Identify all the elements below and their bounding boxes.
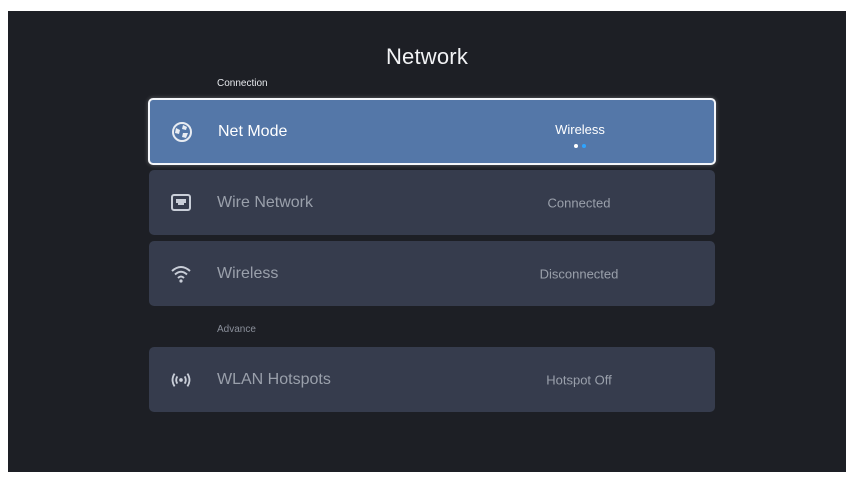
- option-indicator: [570, 144, 590, 150]
- ethernet-icon: [170, 192, 192, 214]
- hotspot-icon: [170, 369, 192, 391]
- tv-screen: Network Connection Net Mode Wireless Wir…: [8, 11, 846, 472]
- globe-icon: [171, 121, 193, 143]
- wireless-row[interactable]: Wireless Disconnected: [149, 241, 715, 306]
- wire-network-value: Connected: [547, 195, 611, 210]
- wire-network-label: Wire Network: [217, 193, 314, 211]
- wireless-value: Disconnected: [539, 266, 619, 281]
- wire-network-row[interactable]: Wire Network Connected: [149, 170, 715, 235]
- net-mode-label: Net Mode: [218, 122, 288, 140]
- section-label-advance: Advance: [217, 324, 256, 335]
- wlan-hotspots-row[interactable]: WLAN Hotspots Hotspot Off: [149, 347, 715, 412]
- section-label-connection: Connection: [217, 78, 268, 89]
- wifi-icon: [170, 263, 192, 285]
- wlan-hotspots-label: WLAN Hotspots: [217, 370, 331, 388]
- wlan-hotspots-value: Hotspot Off: [546, 372, 612, 387]
- option-dot-active: [582, 144, 586, 148]
- page-title: Network: [385, 44, 469, 69]
- net-mode-row[interactable]: Net Mode Wireless: [148, 98, 716, 165]
- net-mode-value: Wireless: [555, 122, 605, 137]
- option-dot: [574, 144, 578, 148]
- wireless-label: Wireless: [217, 264, 279, 282]
